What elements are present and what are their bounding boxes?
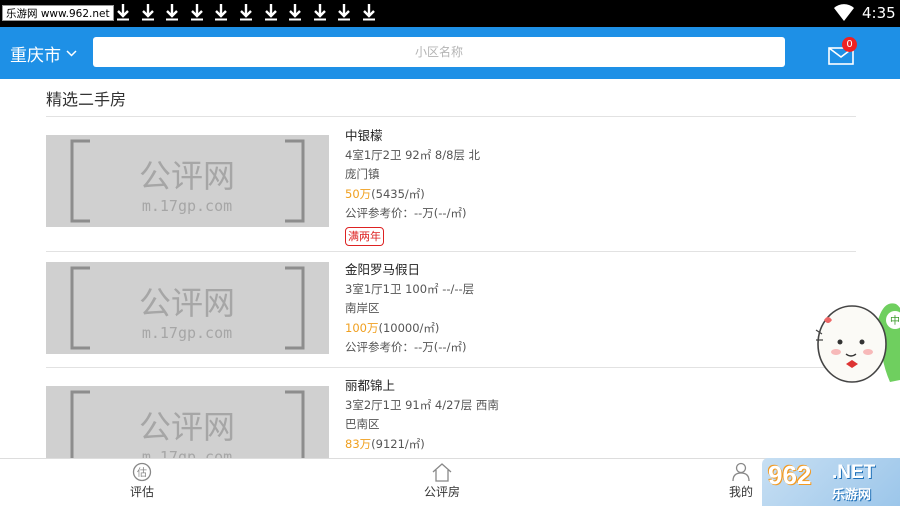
listing-price: 100万	[345, 320, 379, 335]
download-icon	[333, 3, 358, 23]
listing-unit-price: (10000/㎡)	[378, 320, 440, 335]
listing-info: 中银檬 4室1厅2卫 92㎡ 8/8层 北 庞门镇 50万(5435/㎡) 公评…	[345, 126, 845, 246]
listing-name: 丽都锦上	[345, 378, 396, 393]
site-watermark: 962 .NET 乐游网	[762, 458, 900, 506]
listing-thumbnail: 公评网 m.17gp.com	[46, 135, 329, 227]
assess-icon: 估	[132, 462, 152, 482]
divider	[46, 367, 856, 368]
nav-label: 公评房	[424, 485, 461, 499]
thumb-watermark-text: 公评网	[139, 284, 235, 322]
city-label: 重庆市	[10, 46, 61, 66]
mail-badge: 0	[842, 37, 857, 52]
download-icon	[210, 3, 235, 23]
app-header: 重庆市 0	[0, 27, 900, 79]
download-icon	[186, 3, 211, 23]
download-notifications	[112, 3, 383, 23]
download-icon	[358, 3, 383, 23]
listing-name: 金阳罗马假日	[345, 262, 421, 277]
listing-thumbnail: 公评网 m.17gp.com	[46, 262, 329, 354]
divider	[46, 251, 856, 252]
status-bar: 乐游网 www.962.net 4:35	[0, 0, 900, 27]
download-icon	[112, 3, 137, 23]
download-icon	[284, 3, 309, 23]
thumb-watermark-text: 公评网	[139, 157, 235, 195]
watermark-badge: 乐游网 www.962.net	[2, 5, 114, 21]
listing-price: 83万	[345, 436, 372, 451]
svg-text:估: 估	[137, 466, 147, 479]
floating-mascot[interactable]: 中	[808, 290, 900, 390]
mascot-badge-text: 中	[890, 314, 900, 327]
nav-label: 评估	[130, 485, 155, 499]
listing-price-line: 100万(10000/㎡)	[345, 319, 845, 339]
listing-name: 中银檬	[345, 128, 383, 143]
listing-info: 金阳罗马假日 3室1厅1卫 100㎡ --/--层 南岸区 100万(10000…	[345, 260, 845, 358]
listing-tag: 满两年	[345, 226, 384, 246]
thumb-watermark-url: m.17gp.com	[142, 324, 232, 342]
nav-tab-gongping-house[interactable]: 公评房	[424, 462, 460, 500]
listing-info: 丽都锦上 3室2厅1卫 91㎡ 4/27层 西南 巴南区 83万(9121/㎡)	[345, 376, 845, 454]
listing-price: 50万	[345, 186, 372, 201]
house-icon	[432, 463, 452, 482]
wifi-icon	[834, 4, 854, 21]
download-icon	[137, 3, 162, 23]
listing-layout: 4室1厅2卫 92㎡ 8/8层 北	[345, 147, 481, 162]
nav-tab-assess[interactable]: 估 评估	[130, 462, 154, 500]
user-icon	[732, 462, 750, 482]
listing-layout: 3室2厅1卫 91㎡ 4/27层 西南	[345, 397, 499, 412]
thumb-watermark-text: 公评网	[139, 408, 235, 446]
thumb-watermark-url: m.17gp.com	[142, 197, 232, 215]
listing-district: 巴南区	[345, 417, 380, 431]
section-title: 精选二手房	[46, 90, 127, 109]
download-icon	[309, 3, 334, 23]
watermark-subtitle: 乐游网	[832, 488, 872, 503]
download-icon	[260, 3, 285, 23]
listing-ref-price: 公评参考价：--万(--/㎡)	[345, 340, 467, 354]
watermark-net: .NET	[832, 462, 876, 483]
mail-button[interactable]: 0	[828, 37, 862, 69]
listing-unit-price: (5435/㎡)	[371, 186, 425, 201]
chevron-down-icon	[66, 50, 77, 57]
listing-price-line: 50万(5435/㎡)	[345, 185, 845, 205]
nav-tab-mine[interactable]: 我的	[729, 462, 753, 500]
divider	[46, 116, 856, 117]
watermark-number: 962	[768, 460, 812, 490]
city-selector[interactable]: 重庆市	[10, 41, 77, 66]
listing-layout: 3室1厅1卫 100㎡ --/--层	[345, 281, 475, 296]
download-icon	[235, 3, 260, 23]
clock: 4:35	[862, 4, 896, 22]
search-input[interactable]	[93, 37, 785, 67]
download-icon	[161, 3, 186, 23]
nav-label: 我的	[729, 485, 754, 499]
listing-district: 南岸区	[345, 301, 380, 315]
listing-district: 庞门镇	[345, 167, 380, 181]
listing-ref-price: 公评参考价：--万(--/㎡)	[345, 206, 467, 220]
listing-unit-price: (9121/㎡)	[371, 436, 425, 451]
listing-price-line: 83万(9121/㎡)	[345, 435, 845, 455]
